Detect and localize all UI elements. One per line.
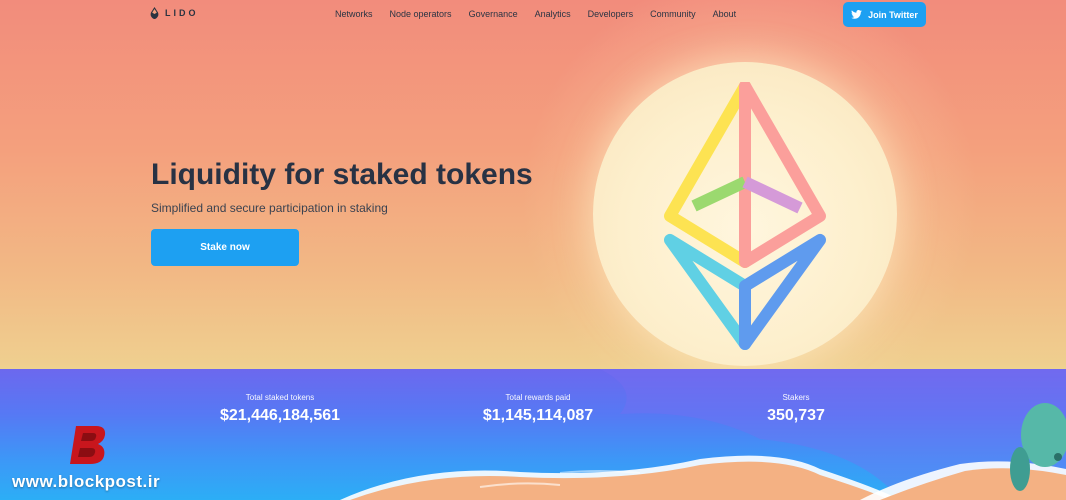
stake-now-button[interactable]: Stake now	[151, 229, 299, 266]
logo-wordmark: LIDO	[165, 8, 199, 18]
join-twitter-label: Join Twitter	[868, 9, 918, 20]
blockpost-logo-icon	[70, 426, 106, 464]
stat-value: $21,446,184,561	[219, 407, 341, 424]
stat-label: Total staked tokens	[245, 393, 315, 402]
stat-value: 350,737	[767, 407, 825, 424]
stat-label: Total rewards paid	[505, 393, 571, 402]
stat-total-staked: Total staked tokens $21,446,184,561	[200, 393, 360, 425]
nav-item-governance[interactable]: Governance	[469, 9, 518, 19]
ethereum-icon	[664, 82, 826, 350]
nav-item-developers[interactable]: Developers	[588, 9, 634, 19]
stat-stakers: Stakers 350,737	[716, 393, 876, 425]
twitter-bird-icon	[851, 10, 862, 19]
nav-item-about[interactable]: About	[713, 9, 737, 19]
stat-total-rewards: Total rewards paid $1,145,114,087	[458, 393, 618, 425]
lido-logo[interactable]: LIDO	[150, 7, 199, 19]
hero-subtitle: Simplified and secure participation in s…	[151, 201, 388, 215]
nav-item-community[interactable]: Community	[650, 9, 696, 19]
join-twitter-button[interactable]: Join Twitter	[843, 2, 926, 27]
lido-drop-icon	[150, 7, 159, 19]
stat-label: Stakers	[782, 393, 810, 402]
nav-item-analytics[interactable]: Analytics	[535, 9, 571, 19]
nav-item-node-operators[interactable]: Node operators	[390, 9, 452, 19]
stat-value: $1,145,114,087	[482, 407, 594, 424]
main-nav: Networks Node operators Governance Analy…	[335, 9, 753, 19]
watermark-text: www.blockpost.ir	[12, 472, 161, 491]
nav-item-networks[interactable]: Networks	[335, 9, 373, 19]
hero-title: Liquidity for staked tokens	[151, 158, 533, 191]
